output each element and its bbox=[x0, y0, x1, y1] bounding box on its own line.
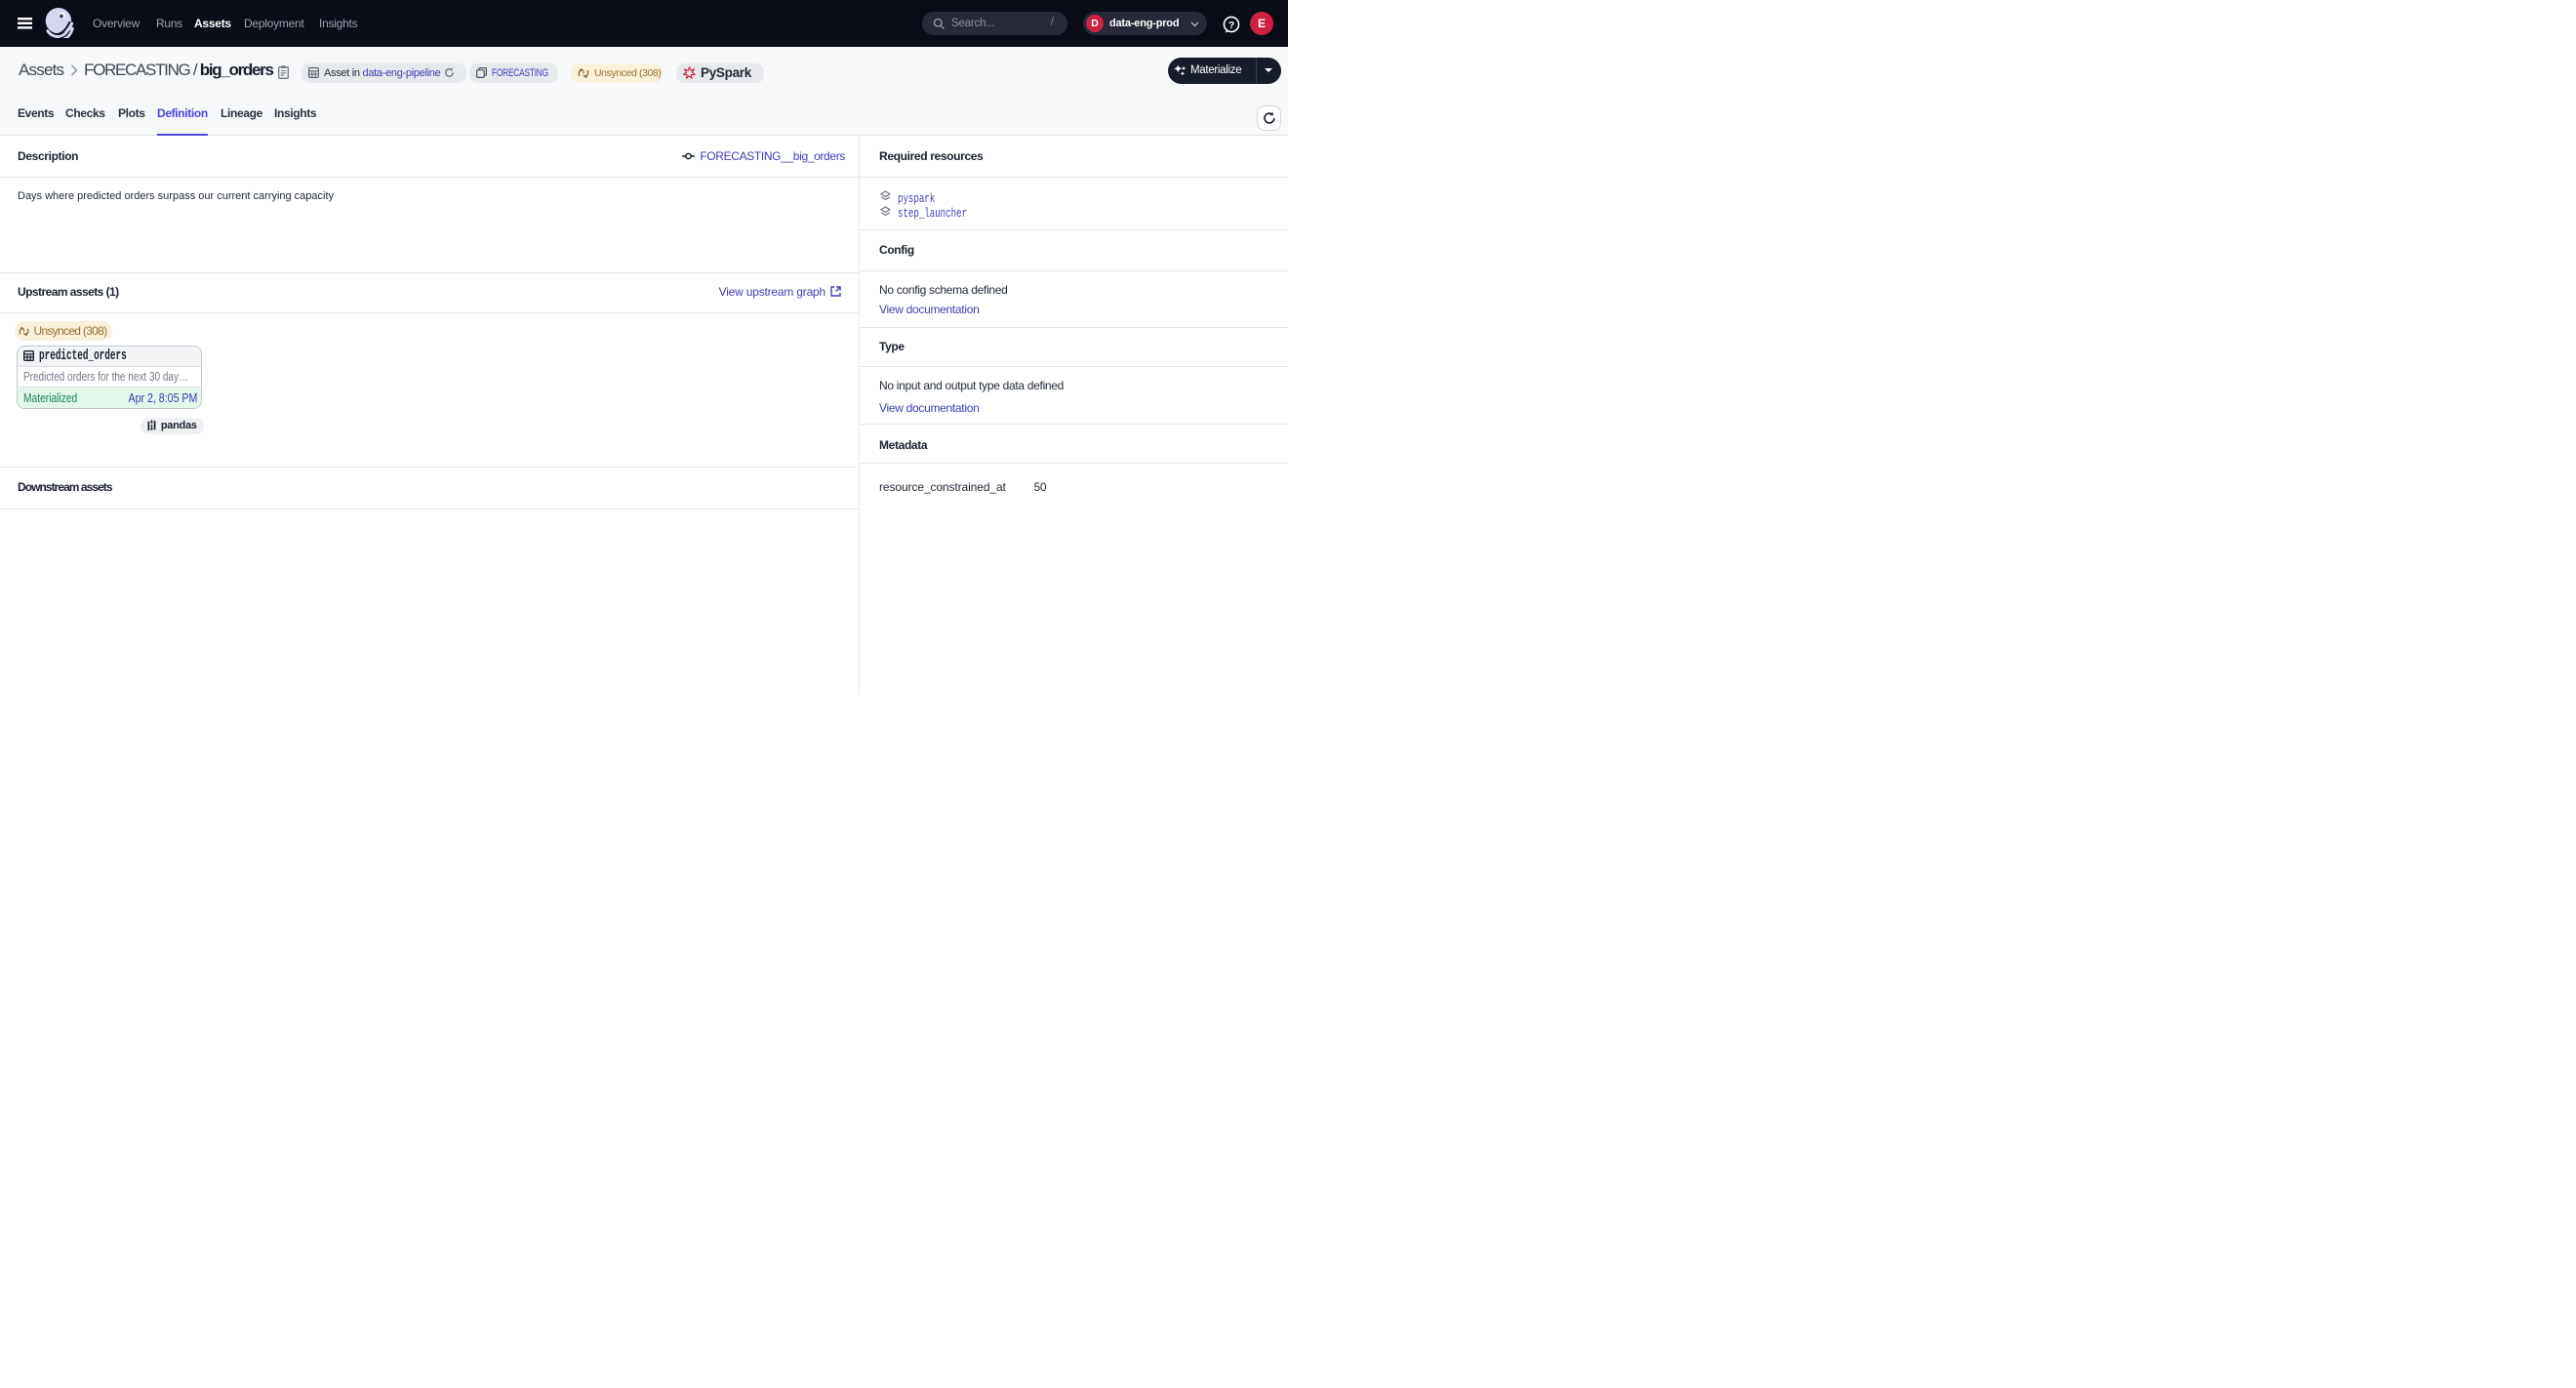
svg-text:?: ? bbox=[1228, 20, 1234, 30]
